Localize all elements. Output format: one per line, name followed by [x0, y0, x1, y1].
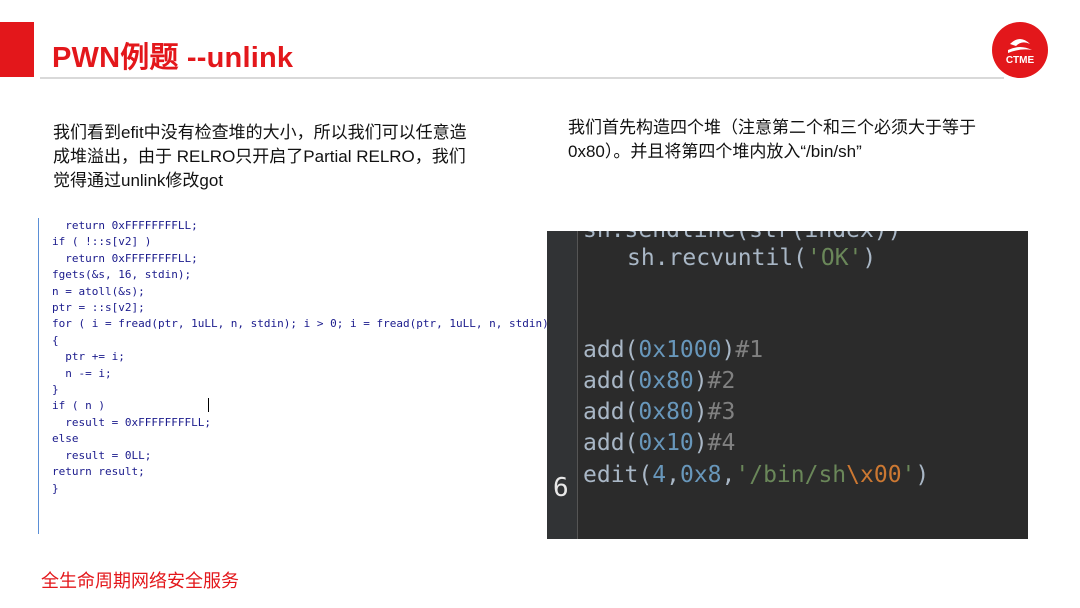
code-line: }	[52, 481, 59, 495]
code-line-add4: add(0x10)#4	[583, 430, 736, 456]
code-line: ptr = ::s[v2];	[52, 301, 145, 315]
code-line: fgets(&s, 16, stdin);	[52, 268, 192, 282]
slide-title: PWN例题 --unlink	[52, 42, 294, 74]
code-line: {	[52, 333, 59, 347]
code-line: return 0xFFFFFFFFLL;	[52, 251, 198, 265]
code-line: return result;	[52, 465, 145, 479]
code-line: if ( n )	[52, 399, 105, 413]
title-accent-bar	[0, 22, 34, 77]
code-line-add2: add(0x80)#2	[583, 368, 736, 394]
code-line: if ( !::s[v2] )	[52, 235, 152, 249]
code-line: result = 0LL;	[52, 448, 152, 462]
code-line-add1: add(0x1000)#1	[583, 337, 764, 363]
title-divider	[40, 77, 1004, 79]
right-description: 我们首先构造四个堆（注意第二个和三个必须大于等于0x80）。并且将第四个堆内放入…	[568, 118, 976, 161]
decompiled-code-panel: return 0xFFFFFFFFLL; if ( !::s[v2] ) ret…	[38, 218, 547, 534]
ctme-logo: CTME	[992, 22, 1048, 78]
text-cursor	[208, 398, 209, 412]
code-line: }	[52, 383, 59, 397]
code-line-partial: sh.sendline(str(index))	[583, 231, 902, 243]
slide-footer: 全生命周期网络安全服务	[41, 571, 239, 592]
code-line: return 0xFFFFFFFFLL;	[52, 219, 198, 232]
code-line: result = 0xFFFFFFFFLL;	[52, 415, 211, 429]
code-line: ptr += i;	[52, 350, 125, 364]
svg-text:CTME: CTME	[1006, 55, 1035, 66]
code-line: for ( i = fread(ptr, 1uLL, n, stdin); i …	[52, 317, 547, 331]
code-line-edit: edit(4,0x8,'/bin/sh\x00')	[583, 462, 930, 488]
code-line: else	[52, 432, 79, 446]
code-line: n -= i;	[52, 366, 112, 380]
code-line-recvuntil: sh.recvuntil('OK')	[627, 245, 877, 271]
code-line: n = atoll(&s);	[52, 284, 145, 298]
line-number: 6	[553, 473, 569, 503]
code-line-add3: add(0x80)#3	[583, 399, 736, 425]
left-description: 我们看到efit中没有检查堆的大小，所以我们可以任意造成堆溢出，由于 RELRO…	[53, 123, 467, 190]
python-code-panel: sh.sendline(str(index)) sh.recvuntil('OK…	[547, 231, 1028, 539]
